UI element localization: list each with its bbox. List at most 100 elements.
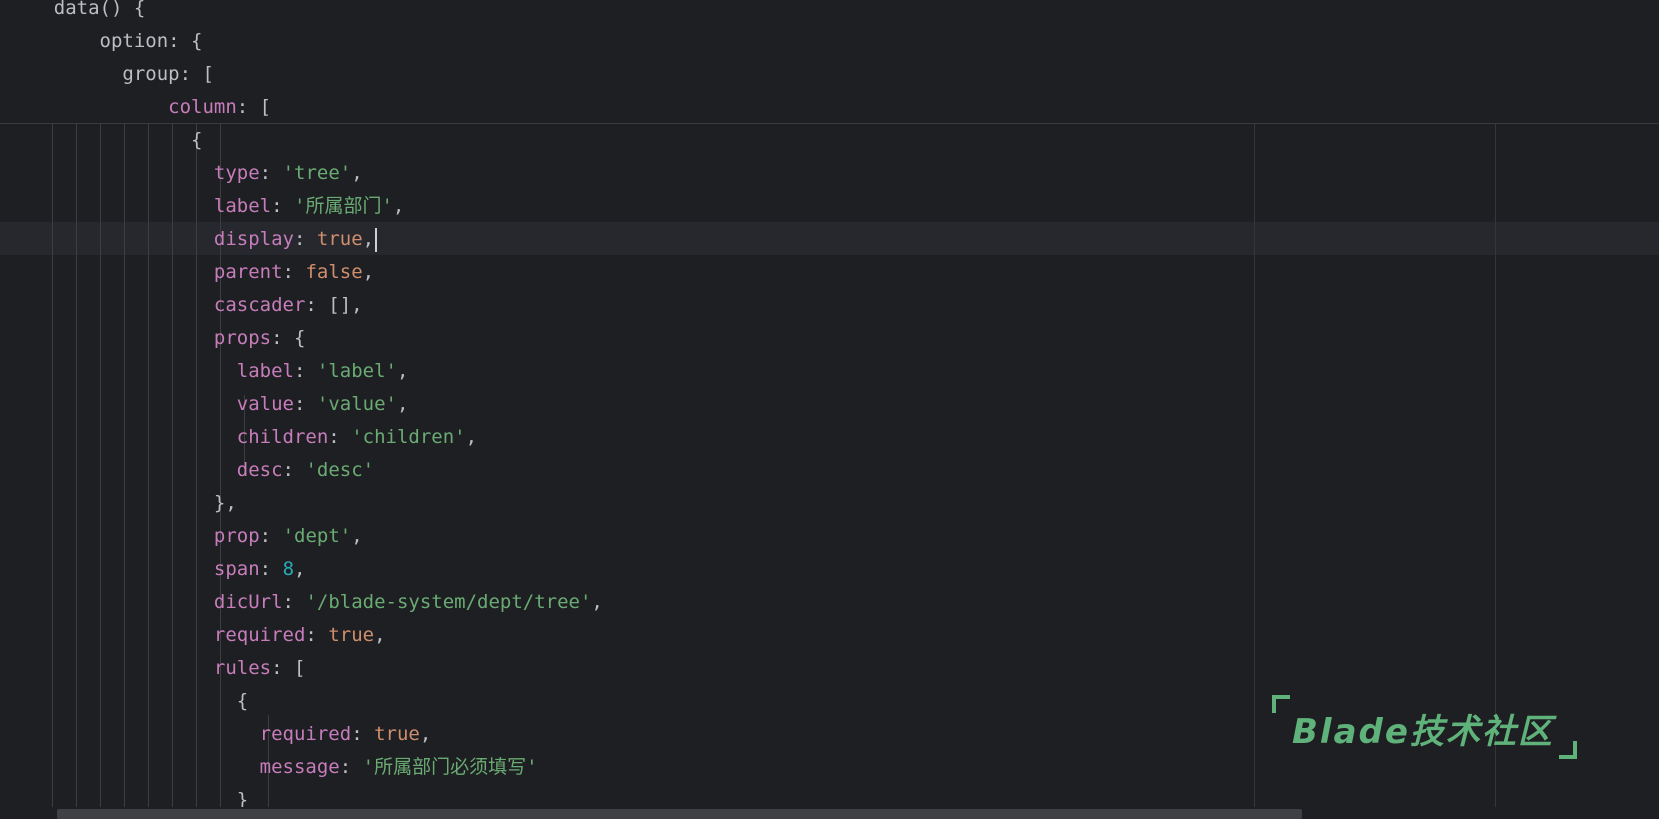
watermark-corner-bracket-icon xyxy=(1559,741,1577,759)
code-line[interactable]: }, xyxy=(8,487,237,520)
code-line[interactable]: children: 'children', xyxy=(8,421,477,454)
code-token-plain: }, xyxy=(213,492,237,514)
code-line[interactable]: required: true, xyxy=(8,619,386,652)
code-line[interactable]: dicUrl: '/blade-system/dept/tree', xyxy=(8,586,603,619)
code-token-plain: , xyxy=(362,261,375,283)
code-line[interactable]: display: true, xyxy=(8,223,378,256)
code-line[interactable]: span: 8, xyxy=(8,553,306,586)
code-token-str: '所属部门' xyxy=(294,195,393,217)
code-line[interactable]: message: '所属部门必须填写' xyxy=(8,751,538,784)
code-token-plain: : xyxy=(259,525,283,547)
blade-community-watermark: Blade技术社区 xyxy=(1272,692,1577,762)
code-token-plain: : { xyxy=(271,327,306,349)
code-line[interactable]: label: 'label', xyxy=(8,355,409,388)
code-token-plain: : xyxy=(259,558,283,580)
code-line[interactable]: group: [ xyxy=(8,58,214,91)
code-token-plain: data() { xyxy=(53,0,146,19)
code-line[interactable]: parent: false, xyxy=(8,256,374,289)
code-token-plain: : xyxy=(293,393,317,415)
code-token-kw: true xyxy=(328,624,375,646)
code-token-plain: : xyxy=(282,591,306,613)
code-token-plain: option: { xyxy=(99,30,203,52)
code-token-kw: true xyxy=(374,723,420,745)
code-token-key: rules xyxy=(213,657,272,679)
code-token-key: message xyxy=(259,756,340,778)
code-line[interactable]: { xyxy=(8,124,202,157)
code-editor[interactable]: data() { option: { group: [ column: [ { … xyxy=(0,0,1659,819)
code-token-key: children xyxy=(236,426,329,448)
code-token-plain: : xyxy=(351,723,375,745)
code-token-plain: , xyxy=(351,162,363,184)
code-token-plain: : xyxy=(282,459,306,481)
code-token-key: display xyxy=(213,228,294,250)
code-token-str: 'label' xyxy=(316,360,397,382)
sticky-lines-divider xyxy=(0,123,1659,124)
code-token-key: label xyxy=(213,195,272,217)
code-token-plain: { xyxy=(236,690,249,712)
code-token-str: 'value' xyxy=(316,393,397,415)
code-token-plain: : xyxy=(271,195,294,217)
code-token-key: dicUrl xyxy=(213,591,283,613)
code-token-plain: : xyxy=(293,228,317,250)
code-token-key: prop xyxy=(213,525,260,547)
code-token-plain: : xyxy=(282,261,306,283)
code-token-kw: true xyxy=(316,228,363,250)
code-token-str: 'tree' xyxy=(282,162,352,184)
code-token-plain: , xyxy=(396,393,409,415)
code-line[interactable]: cascader: [], xyxy=(8,289,363,322)
code-token-plain: , xyxy=(465,426,478,448)
code-token-plain: : [], xyxy=(305,294,363,316)
code-line[interactable]: value: 'value', xyxy=(8,388,409,421)
code-token-plain: , xyxy=(419,723,432,745)
code-token-key: column xyxy=(168,96,237,118)
code-token-key: props xyxy=(213,327,272,349)
code-token-plain: , xyxy=(362,228,375,250)
code-token-plain: : xyxy=(293,360,317,382)
code-token-plain: , xyxy=(392,195,405,217)
code-token-plain: : [ xyxy=(271,657,306,679)
code-token-plain: , xyxy=(351,525,363,547)
code-token-key: type xyxy=(213,162,260,184)
code-line[interactable]: rules: [ xyxy=(8,652,306,685)
code-line[interactable]: required: true, xyxy=(8,718,432,751)
code-token-key: required xyxy=(213,624,306,646)
code-token-key: cascader xyxy=(213,294,306,316)
code-line[interactable]: prop: 'dept', xyxy=(8,520,363,553)
code-token-key: span xyxy=(213,558,260,580)
code-line[interactable]: label: '所属部门', xyxy=(8,190,404,223)
code-token-plain: : xyxy=(339,756,363,778)
visual-guide-line xyxy=(1254,123,1255,819)
text-caret xyxy=(375,227,378,252)
code-line[interactable]: column: [ xyxy=(8,91,271,124)
code-line[interactable]: option: { xyxy=(8,25,203,58)
code-token-num: 8 xyxy=(282,558,295,580)
code-token-key: parent xyxy=(213,261,283,283)
code-token-key: value xyxy=(236,393,294,415)
code-line[interactable]: props: { xyxy=(8,322,306,355)
code-line[interactable]: desc: 'desc' xyxy=(8,454,374,487)
code-token-plain: : [ xyxy=(236,96,272,118)
code-token-plain: , xyxy=(591,591,603,613)
code-line[interactable]: data() { xyxy=(8,0,146,25)
code-line[interactable]: type: 'tree', xyxy=(8,157,363,190)
horizontal-scrollbar-thumb[interactable] xyxy=(57,809,1302,819)
code-token-key: label xyxy=(236,360,294,382)
code-line[interactable]: { xyxy=(8,685,248,718)
